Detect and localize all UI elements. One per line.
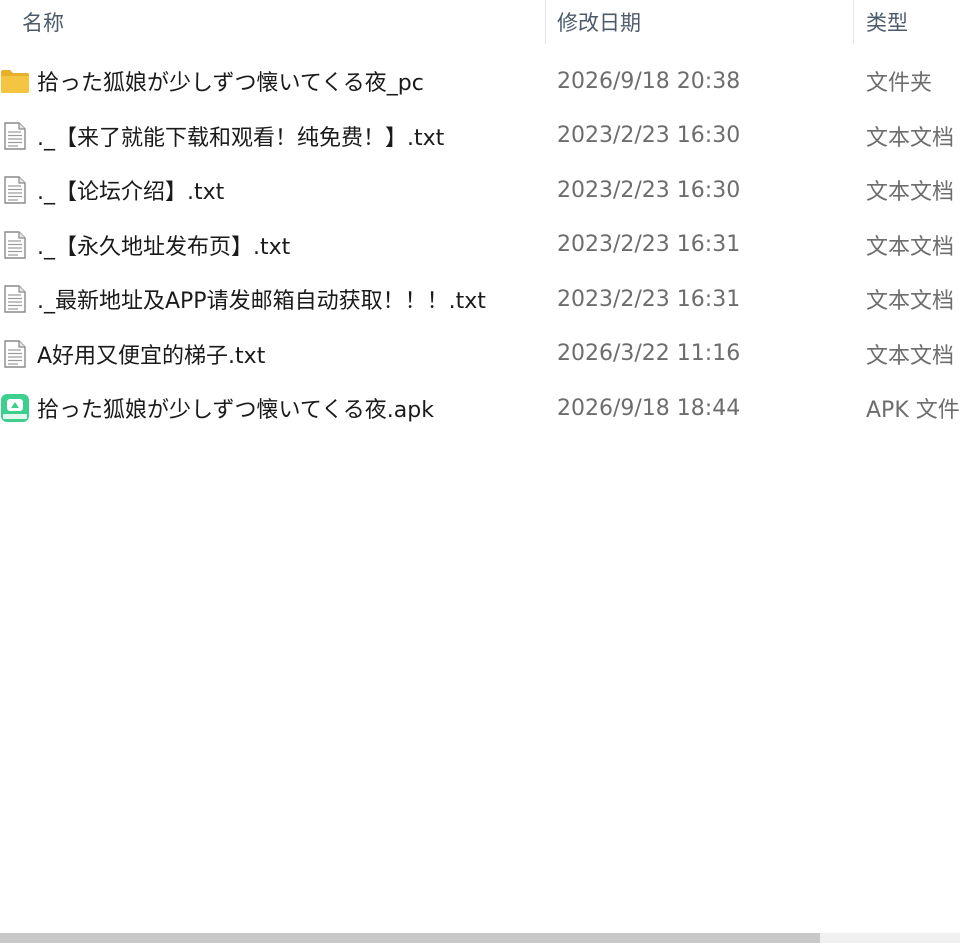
file-type: 文本文档 — [866, 234, 955, 260]
file-type: 文本文档 — [866, 289, 955, 315]
text-document-icon — [0, 176, 30, 204]
file-date-modified: 2026/9/18 18:44 — [557, 395, 741, 421]
file-row[interactable]: 拾った狐娘が少しずつ懐いてくる夜_pc 2026/9/18 20:38 文件夹 — [0, 54, 960, 109]
file-row[interactable]: 拾った狐娘が少しずつ懐いてくる夜.apk 2026/9/18 18:44 APK 文… — [0, 381, 960, 436]
file-date-modified: 2026/3/22 11:16 — [557, 341, 741, 367]
file-list: 拾った狐娘が少しずつ懐いてくる夜_pc 2026/9/18 20:38 文件夹 ._【… — [0, 54, 960, 436]
file-type: 文本文档 — [866, 343, 955, 369]
file-name[interactable]: 拾った狐娘が少しずつ懐いてくる夜_pc — [37, 54, 542, 109]
file-row[interactable]: ._【永久地址发布页】.txt 2023/2/23 16:31 文本文档 — [0, 218, 960, 273]
file-row[interactable]: ._最新地址及APP请发邮箱自动获取！！！.txt 2023/2/23 16:31… — [0, 272, 960, 327]
column-header-name[interactable]: 名称 — [22, 0, 542, 44]
file-name[interactable]: ._【来了就能下载和观看！纯免费！】.txt — [37, 109, 542, 164]
scrollbar-thumb[interactable] — [0, 933, 820, 943]
file-name[interactable]: ._【论坛介绍】.txt — [37, 163, 542, 218]
file-type: 文本文档 — [866, 125, 955, 151]
file-type: 文件夹 — [866, 71, 933, 97]
text-document-icon — [0, 230, 30, 259]
column-header-date-modified[interactable]: 修改日期 — [557, 0, 847, 44]
file-date-modified: 2023/2/23 16:30 — [557, 123, 741, 149]
file-date-modified: 2023/2/23 16:30 — [557, 177, 741, 203]
text-document-icon — [0, 339, 30, 368]
text-document-icon — [0, 121, 30, 150]
file-type: APK 文件 — [866, 398, 960, 424]
file-type: 文本文档 — [866, 180, 955, 206]
file-row[interactable]: ._【论坛介绍】.txt 2023/2/23 16:30 文本文档 — [0, 163, 960, 218]
file-explorer-window: 名称 修改日期 类型 拾った狐娘が少しずつ懐いてくる夜_pc 2026/9/18 … — [0, 0, 960, 947]
column-divider[interactable] — [545, 0, 546, 44]
file-name[interactable]: ._最新地址及APP请发邮箱自动获取！！！.txt — [37, 272, 542, 327]
folder-icon — [0, 67, 30, 95]
column-divider[interactable] — [853, 0, 854, 44]
text-document-icon — [0, 285, 30, 313]
file-row[interactable]: A好用又便宜的梯子.txt 2026/3/22 11:16 文本文档 — [0, 327, 960, 382]
file-name[interactable]: A好用又便宜的梯子.txt — [37, 327, 542, 382]
apk-file-icon — [0, 394, 30, 422]
column-header-type[interactable]: 类型 — [866, 0, 960, 44]
column-header-bar: 名称 修改日期 类型 — [0, 0, 960, 44]
file-name[interactable]: 拾った狐娘が少しずつ懐いてくる夜.apk — [37, 381, 542, 436]
file-date-modified: 2023/2/23 16:31 — [557, 232, 741, 258]
file-date-modified: 2023/2/23 16:31 — [557, 286, 741, 312]
horizontal-scrollbar[interactable] — [0, 928, 960, 947]
file-row[interactable]: ._【来了就能下载和观看！纯免费！】.txt 2023/2/23 16:30 文本文… — [0, 109, 960, 164]
file-name[interactable]: ._【永久地址发布页】.txt — [37, 218, 542, 273]
file-date-modified: 2026/9/18 20:38 — [557, 68, 741, 94]
